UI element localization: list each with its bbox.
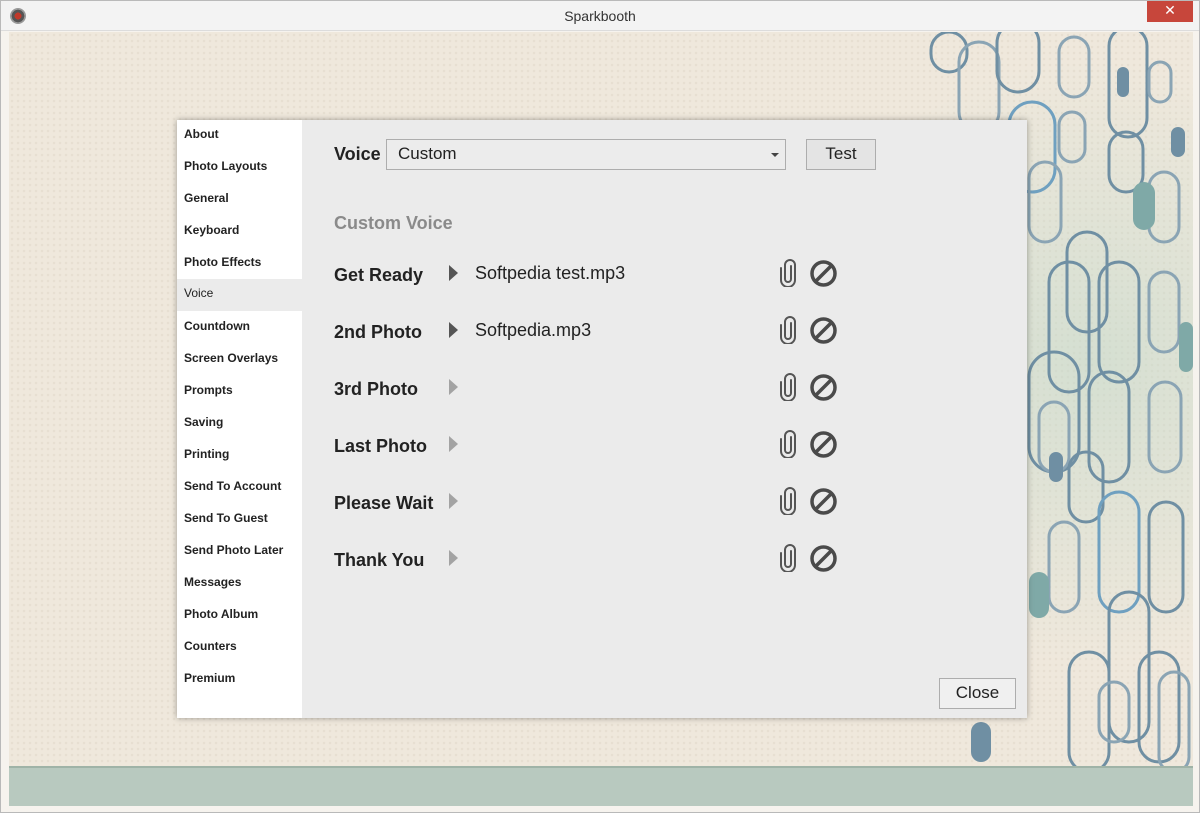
paperclip-icon[interactable] [779,259,797,288]
play-icon[interactable] [449,265,458,281]
sidebar-item-keyboard[interactable]: Keyboard [177,216,302,248]
custom-voice-heading: Custom Voice [334,213,453,233]
voice-row-file: Softpedia test.mp3 [475,263,626,283]
voice-row-label: Please Wait [334,493,434,513]
sidebar-item-photo-album[interactable]: Photo Album [177,600,302,632]
window-title: Sparkbooth [564,8,636,24]
voice-row-label: 2nd Photo [334,322,422,342]
play-icon[interactable] [449,436,458,452]
sidebar-item-premium[interactable]: Premium [177,664,302,696]
chevron-down-icon [771,153,779,157]
title-bar[interactable]: Sparkbooth ✕ [1,1,1199,31]
voice-row: 2nd Photo Softpedia.mp3 [177,314,1027,354]
app-window: Sparkbooth ✕ About Photo Layouts General… [0,0,1200,813]
play-icon[interactable] [449,493,458,509]
footer-band [9,766,1193,806]
voice-select[interactable]: Custom [386,139,786,170]
settings-dialog: About Photo Layouts General Keyboard Pho… [177,120,1027,718]
sidebar-item-photo-layouts[interactable]: Photo Layouts [177,152,302,184]
paperclip-icon[interactable] [779,316,797,345]
play-icon[interactable] [449,550,458,566]
voice-row: Get Ready Softpedia test.mp3 [177,257,1027,297]
no-entry-icon[interactable] [810,488,837,515]
sidebar-item-counters[interactable]: Counters [177,632,302,664]
no-entry-icon[interactable] [810,431,837,458]
play-icon[interactable] [449,379,458,395]
settings-sidebar: About Photo Layouts General Keyboard Pho… [177,120,302,718]
paperclip-icon[interactable] [779,487,797,516]
no-entry-icon[interactable] [810,260,837,287]
paperclip-icon[interactable] [779,430,797,459]
voice-row: Last Photo [177,428,1027,468]
voice-row: Thank You [177,542,1027,582]
voice-row-label: Get Ready [334,265,424,285]
sidebar-item-general[interactable]: General [177,184,302,216]
no-entry-icon[interactable] [810,545,837,572]
voice-row: 3rd Photo [177,371,1027,411]
voice-row-label: Last Photo [334,436,427,456]
voice-row-label: 3rd Photo [334,379,418,399]
test-button[interactable]: Test [806,139,876,170]
no-entry-icon[interactable] [810,374,837,401]
voice-row: Please Wait [177,485,1027,525]
play-icon[interactable] [449,322,458,338]
voice-row-file: Softpedia.mp3 [475,320,592,340]
voice-select-value: Custom [398,144,457,163]
voice-label: Voice [334,144,381,164]
voice-row-label: Thank You [334,550,425,570]
close-button[interactable]: Close [939,678,1016,709]
sidebar-item-about[interactable]: About [177,120,302,152]
paperclip-icon[interactable] [779,373,797,402]
paperclip-icon[interactable] [779,544,797,573]
window-close-button[interactable]: ✕ [1147,1,1193,22]
no-entry-icon[interactable] [810,317,837,344]
